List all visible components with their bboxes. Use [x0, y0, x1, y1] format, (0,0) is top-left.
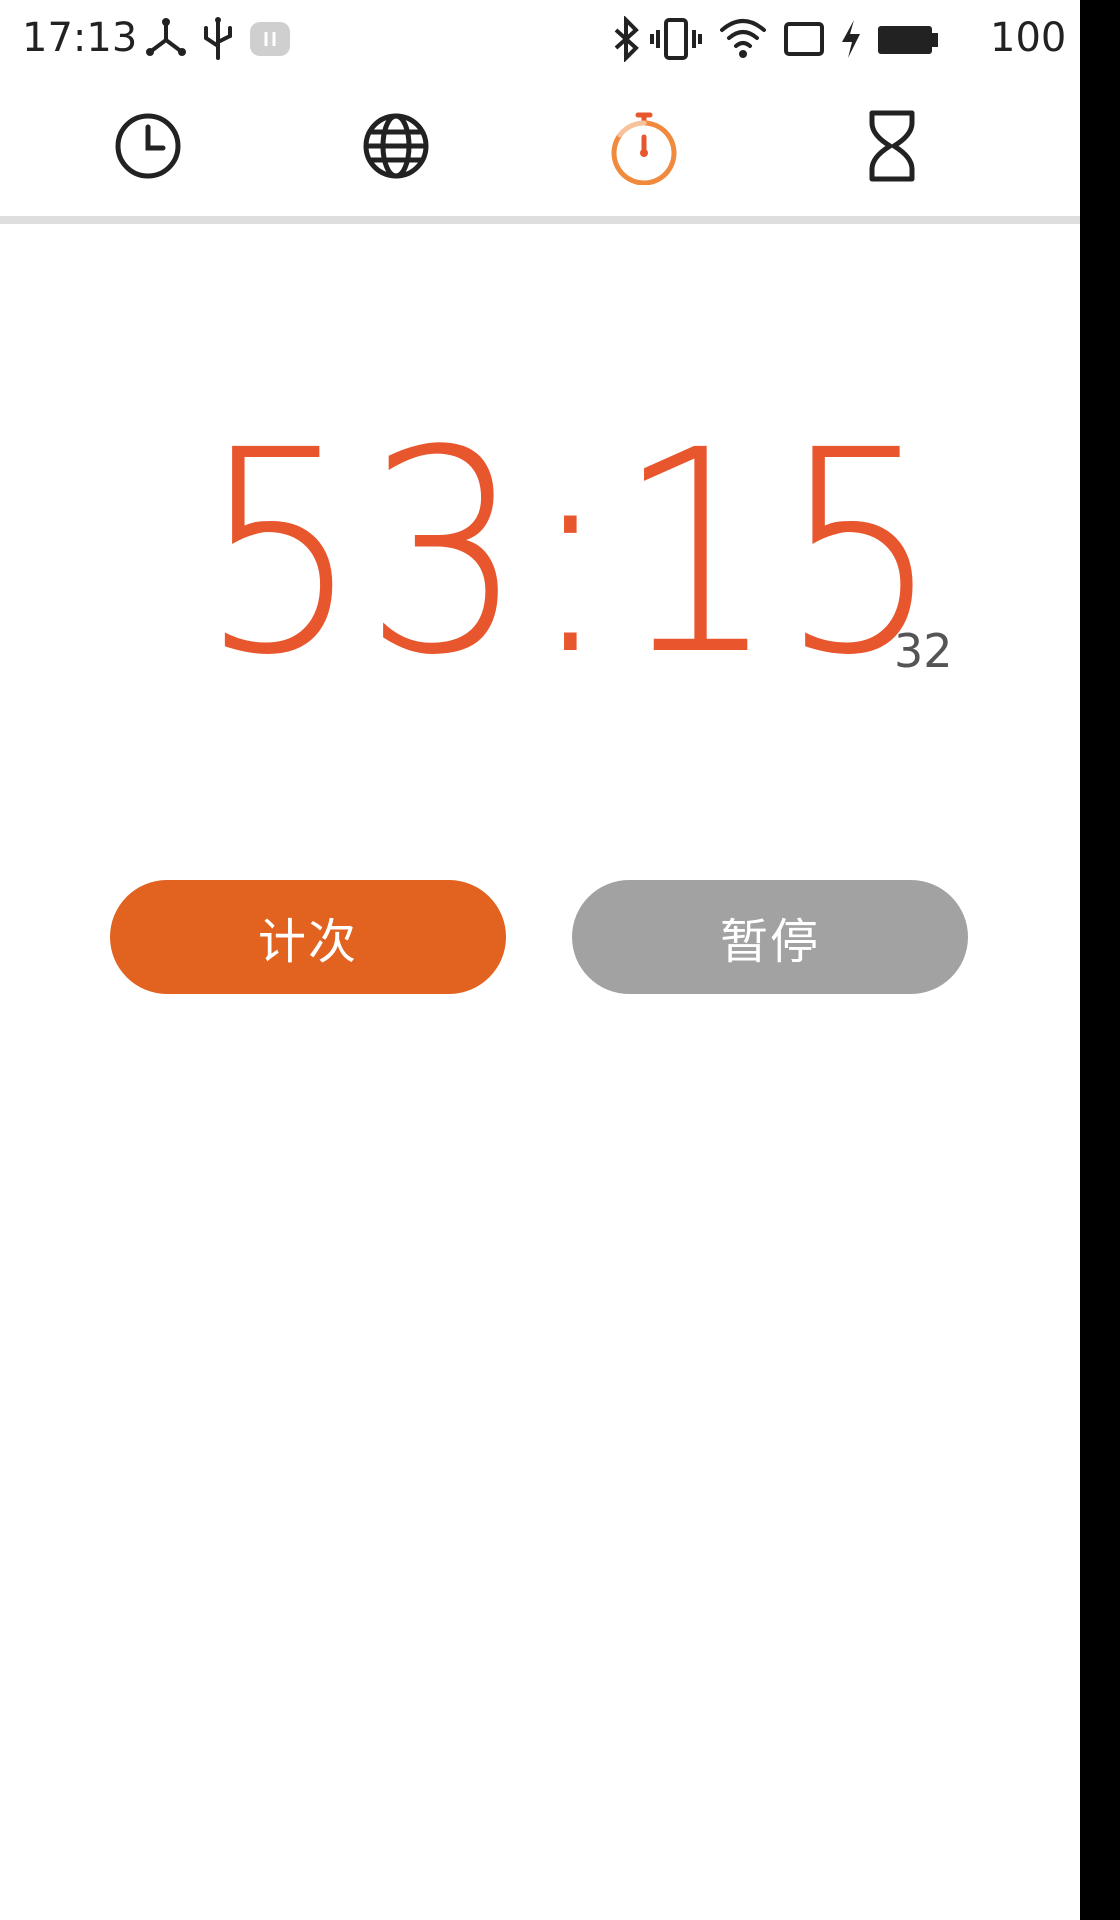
- notification-badge-icon: [250, 22, 290, 60]
- elapsed-time: 53:15: [200, 391, 945, 717]
- screen-icon: [782, 16, 826, 66]
- tab-bar: [0, 78, 1080, 218]
- status-bar: 17:13 100: [0, 0, 1080, 78]
- hourglass-icon: [864, 109, 920, 187]
- clock-icon: [113, 111, 183, 185]
- usb-icon: [200, 16, 236, 66]
- tab-timer[interactable]: [812, 78, 972, 218]
- status-time: 17:13: [22, 15, 138, 61]
- stopwatch-screen: 17:13 100 53:15 32 计次 暂停: [0, 0, 1080, 1920]
- screen-edge: [1080, 0, 1120, 1920]
- elapsed-centiseconds: 32: [894, 624, 953, 678]
- battery-level: 100: [990, 15, 1067, 61]
- wifi-icon: [718, 16, 768, 66]
- pause-button[interactable]: 暂停: [572, 880, 968, 994]
- bluetooth-icon: [612, 15, 642, 66]
- tab-world-clock[interactable]: [316, 78, 476, 218]
- tab-stopwatch[interactable]: [564, 78, 724, 218]
- stopwatch-icon: [608, 107, 680, 189]
- lap-button[interactable]: 计次: [110, 880, 506, 994]
- tab-clock[interactable]: [68, 78, 228, 218]
- globe-icon: [360, 110, 432, 186]
- charging-icon: [838, 16, 864, 66]
- stopwatch-display: 53:15 32: [0, 224, 1080, 724]
- vibrate-icon: [650, 16, 702, 66]
- tab-bar-divider: [0, 216, 1080, 224]
- battery-icon: [876, 16, 940, 66]
- share-icon: [142, 16, 190, 64]
